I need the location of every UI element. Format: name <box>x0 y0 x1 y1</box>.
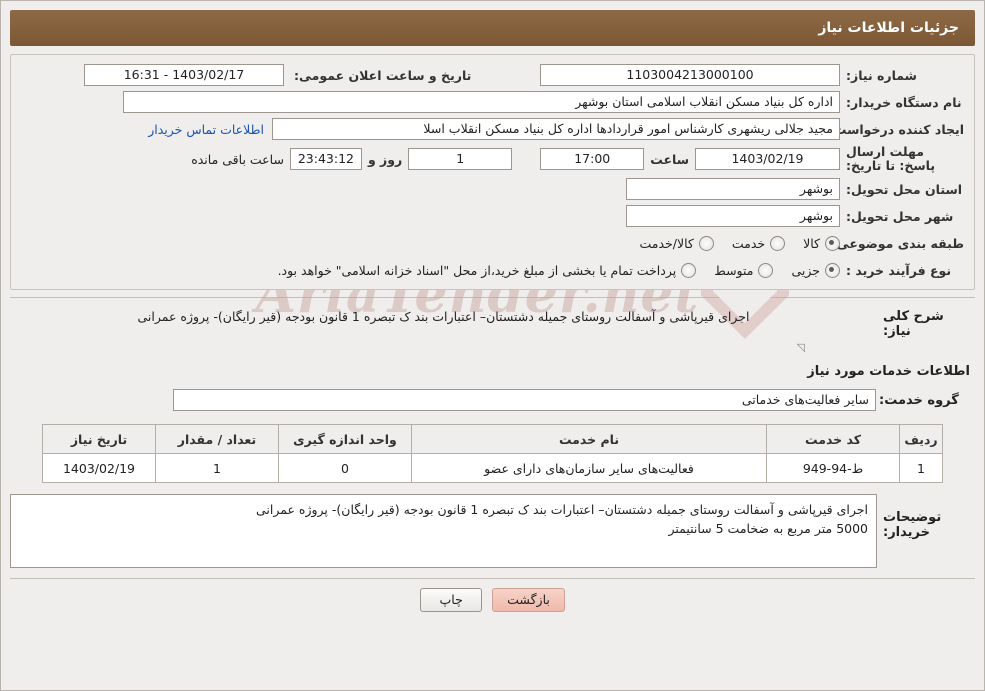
deadline-date-value: 1403/02/19 <box>695 148 840 170</box>
row-delivery-city: شهر محل تحویل: بوشهر <box>21 205 964 227</box>
back-button[interactable]: بازگشت <box>492 588 565 612</box>
category-label: طبقه بندی موضوعی: <box>831 235 964 251</box>
page-header: جزئیات اطلاعات نیاز <box>10 10 975 46</box>
buyer-notes-row: توضیحات خریدار: اجرای قیرپاشی و آسفالت ر… <box>10 494 975 568</box>
services-table-wrapper: ردیف کد خدمت نام خدمت واحد اندازه گیری ت… <box>42 424 943 483</box>
summary-row: شرح کلی نیاز: اجرای قیرپاشی و آسفالت روس… <box>10 307 975 339</box>
col-unit: واحد اندازه گیری <box>278 424 412 454</box>
table-row: 1 ط-94-949 فعالیت‌های سایر سازمان‌های دا… <box>42 453 943 483</box>
table-header-row: ردیف کد خدمت نام خدمت واحد اندازه گیری ت… <box>42 424 943 454</box>
row-category: طبقه بندی موضوعی: کالا خدمت کالا/خدمت <box>21 232 964 254</box>
delivery-province-value: بوشهر <box>626 178 840 200</box>
row-need-number: شماره نیاز: 1103004213000100 تاریخ و ساع… <box>21 64 964 86</box>
cell-unit: 0 <box>278 453 412 483</box>
deadline-hour-label: ساعت <box>650 151 689 167</box>
category-option-kala[interactable]: کالا <box>803 235 840 251</box>
buyer-notes-label: توضیحات خریدار: <box>883 510 942 540</box>
service-group-label: گروه خدمت: <box>879 392 959 408</box>
service-group-row: گروه خدمت: سایر فعالیت‌های خدماتی <box>10 389 975 411</box>
purchase-note-checkbox[interactable]: پرداخت تمام یا بخشی از مبلغ خرید،از محل … <box>277 262 697 278</box>
services-section-title: اطلاعات خدمات مورد نیاز <box>807 364 970 379</box>
category-option-label: خدمت <box>731 235 766 251</box>
delivery-city-label: شهر محل تحویل: <box>846 208 954 224</box>
cell-service-name: فعالیت‌های سایر سازمان‌های دارای عضو <box>411 453 767 483</box>
col-quantity: تعداد / مقدار <box>155 424 279 454</box>
summary-label: شرح کلی نیاز: <box>883 309 944 339</box>
radio-icon[interactable] <box>770 235 786 251</box>
cell-row-number: 1 <box>899 453 943 483</box>
deadline-label: مهلت ارسال پاسخ: تا تاریخ: <box>846 144 936 173</box>
row-delivery-province: استان محل تحویل: بوشهر <box>21 178 964 200</box>
radio-icon[interactable] <box>825 235 840 251</box>
row-buyer-org: نام دستگاه خریدار: اداره کل بنیاد مسکن ا… <box>21 91 964 113</box>
row-purchase-type: نوع فرآیند خرید : جزیی متوسط پرداخت تمام… <box>21 259 964 281</box>
row-deadline: مهلت ارسال پاسخ: تا تاریخ: 1403/02/19 سا… <box>21 145 964 173</box>
purchase-type-option-motevaset[interactable]: متوسط <box>714 262 774 278</box>
service-group-value: سایر فعالیت‌های خدماتی <box>173 389 876 411</box>
delivery-province-label: استان محل تحویل: <box>846 181 963 197</box>
section-divider <box>10 297 975 298</box>
days-remaining-value: 1 <box>408 148 513 170</box>
timer-suffix-label: ساعت باقی مانده <box>191 151 284 167</box>
purchase-type-option-label: جزیی <box>791 262 820 278</box>
buyer-notes-textarea[interactable]: اجرای قیرپاشی و آسفالت روستای جمیله دشتس… <box>10 494 877 568</box>
col-need-date: تاریخ نیاز <box>42 424 156 454</box>
requester-value: مجید جلالی ریشهری کارشناس امور قراردادها… <box>272 118 840 140</box>
col-service-code: کد خدمت <box>766 424 900 454</box>
summary-resize-grip[interactable]: ◹ <box>797 341 805 354</box>
need-number-label: شماره نیاز: <box>846 67 917 83</box>
summary-text: اجرای قیرپاشی و آسفالت روستای جمیله دشتس… <box>137 309 750 324</box>
services-table: ردیف کد خدمت نام خدمت واحد اندازه گیری ت… <box>42 424 943 483</box>
need-info-panel: شماره نیاز: 1103004213000100 تاریخ و ساع… <box>10 54 975 290</box>
days-unit-label: روز و <box>367 151 403 167</box>
purchase-type-option-label: متوسط <box>714 262 754 278</box>
col-row-number: ردیف <box>899 424 943 454</box>
page-root: AriaTender.net A جزئیات اطلاعات نیاز شما… <box>0 0 985 691</box>
print-button[interactable]: چاپ <box>420 588 483 612</box>
category-option-khedmat[interactable]: خدمت <box>731 235 786 251</box>
purchase-type-option-jozi[interactable]: جزیی <box>791 262 840 278</box>
purchase-note-label: پرداخت تمام یا بخشی از مبلغ خرید،از محل … <box>277 262 677 278</box>
deadline-hour-value: 17:00 <box>540 148 645 170</box>
category-option-label: کالا/خدمت <box>639 235 694 251</box>
requester-label: ایجاد کننده درخواست: <box>828 121 964 137</box>
buyer-org-value: اداره کل بنیاد مسکن انقلاب اسلامی استان … <box>123 91 840 113</box>
buyer-org-label: نام دستگاه خریدار: <box>846 94 962 110</box>
countdown-timer: 23:43:12 <box>289 148 362 170</box>
radio-icon[interactable] <box>758 262 774 278</box>
purchase-type-label: نوع فرآیند خرید : <box>846 262 952 278</box>
category-option-label: کالا <box>803 235 820 251</box>
announce-datetime-label: تاریخ و ساعت اعلان عمومی: <box>294 67 472 83</box>
category-option-kala-khedmat[interactable]: کالا/خدمت <box>639 235 714 251</box>
page-title: جزئیات اطلاعات نیاز <box>818 20 959 36</box>
delivery-city-value: بوشهر <box>626 205 840 227</box>
col-service-name: نام خدمت <box>411 424 767 454</box>
cell-quantity: 1 <box>155 453 279 483</box>
cell-service-code: ط-94-949 <box>766 453 900 483</box>
radio-icon[interactable] <box>825 262 840 278</box>
row-requester: ایجاد کننده درخواست: مجید جلالی ریشهری ک… <box>21 118 964 140</box>
announce-datetime-value: 1403/02/17 - 16:31 <box>84 64 284 86</box>
footer-divider <box>10 578 975 579</box>
buyer-contact-link[interactable]: اطلاعات تماس خریدار <box>140 122 272 137</box>
radio-icon[interactable] <box>698 235 714 251</box>
footer-actions: بازگشت چاپ <box>1 588 984 612</box>
need-number-value: 1103004213000100 <box>540 64 840 86</box>
cell-need-date: 1403/02/19 <box>42 453 156 483</box>
radio-icon[interactable] <box>681 262 697 278</box>
